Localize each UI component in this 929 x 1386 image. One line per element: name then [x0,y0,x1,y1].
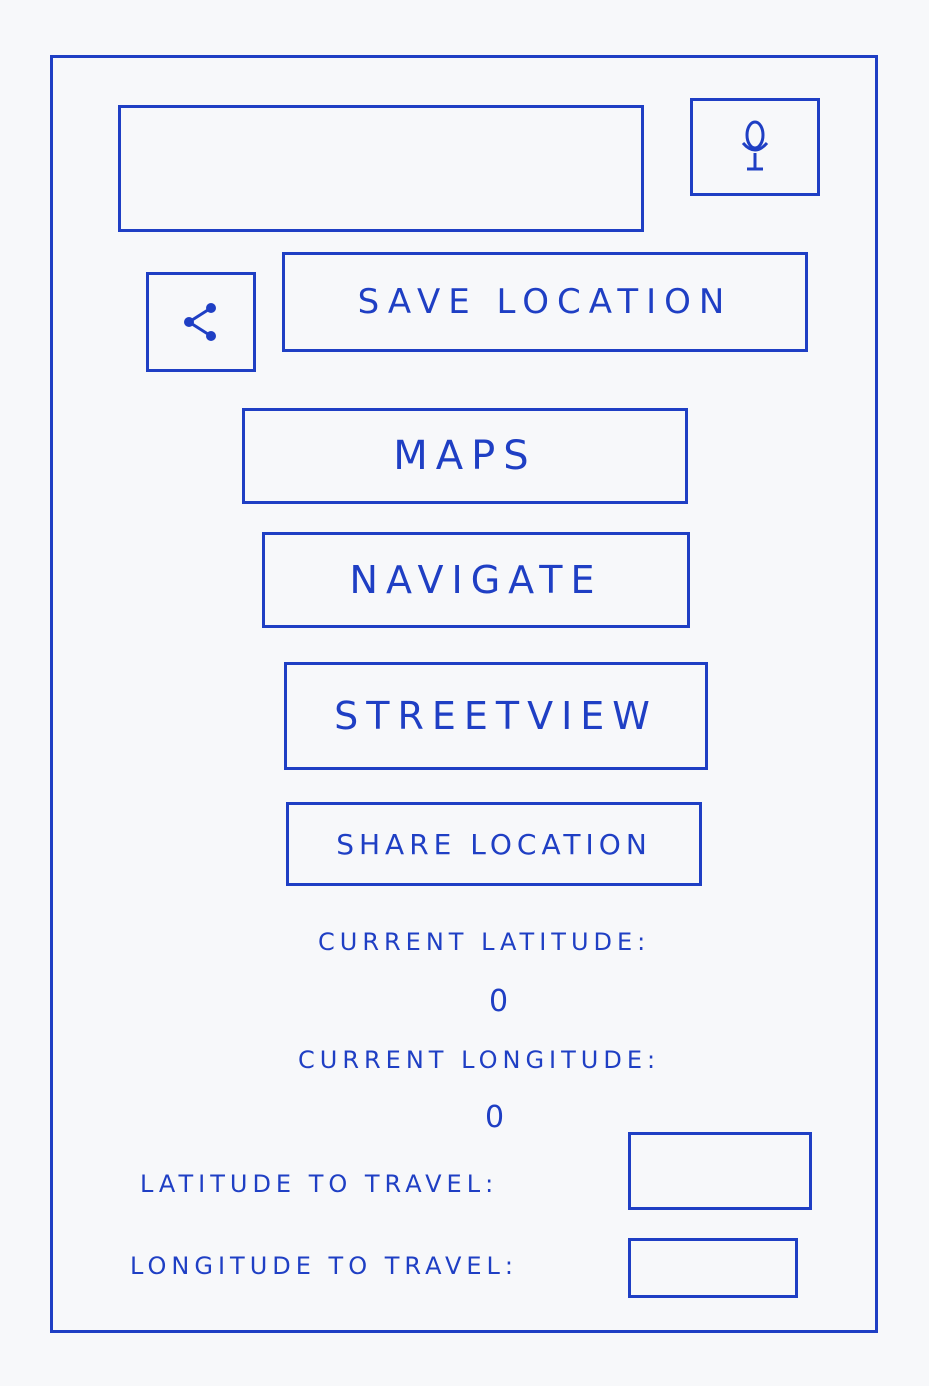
share-icon-button[interactable] [146,272,256,372]
current-latitude-value: 0 [489,984,509,1019]
save-location-button[interactable]: SAVE LOCATION [282,252,808,352]
search-input[interactable] [118,105,644,232]
voice-search-button[interactable] [690,98,820,196]
maps-button[interactable]: MAPS [242,408,688,504]
current-latitude-label: CURRENT LATITUDE: [318,928,651,956]
streetview-button[interactable]: STREETVIEW [284,662,708,770]
longitude-to-travel-input[interactable] [628,1238,798,1298]
microphone-icon [741,120,769,171]
share-location-button[interactable]: SHARE LOCATION [286,802,702,886]
current-longitude-label: CURRENT LONGITUDE: [298,1046,661,1074]
latitude-to-travel-input[interactable] [628,1132,812,1210]
share-icon [184,303,216,341]
longitude-to-travel-label: LONGITUDE TO TRAVEL: [130,1252,518,1280]
latitude-to-travel-label: LATITUDE TO TRAVEL: [140,1170,499,1198]
current-longitude-value: 0 [485,1100,505,1135]
navigate-button[interactable]: NAVIGATE [262,532,690,628]
